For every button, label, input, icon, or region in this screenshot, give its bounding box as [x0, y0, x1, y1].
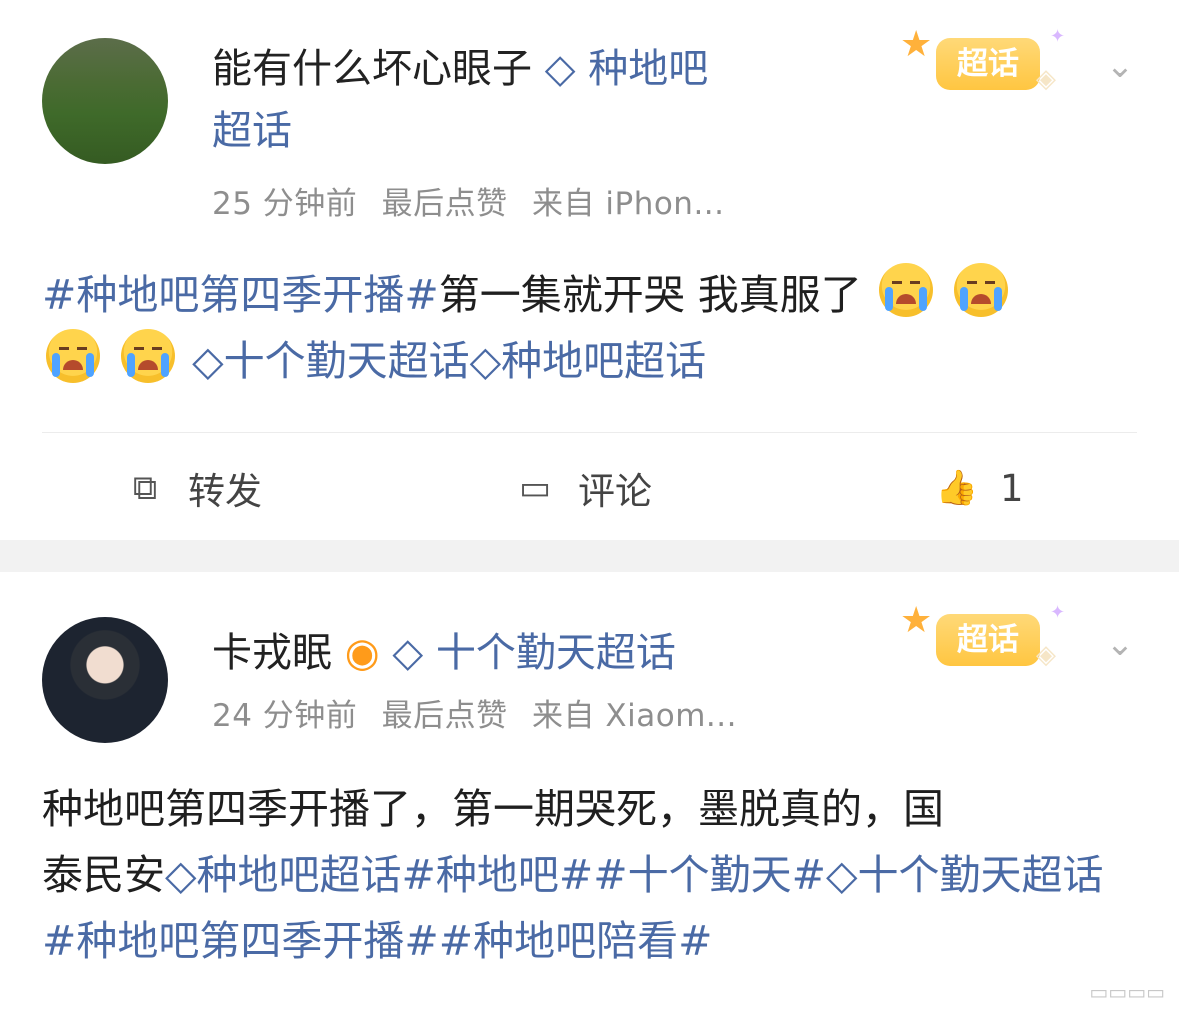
- diamond-icon: ◇: [825, 851, 858, 899]
- diamond-icon: ◇: [392, 630, 436, 676]
- post-time: 25 分钟前: [212, 186, 358, 222]
- post-header: 能有什么坏心眼子 ◇ 种地吧 超话: [212, 38, 812, 162]
- like-status: 最后点赞: [381, 186, 508, 222]
- avatar[interactable]: [42, 38, 168, 164]
- topic-link[interactable]: 十个勤天超话: [858, 851, 1104, 899]
- comment-button[interactable]: ▭ 评论: [514, 446, 652, 530]
- fish-icon: ◉: [344, 630, 380, 676]
- diamond-icon: ◇: [192, 337, 224, 385]
- post-card: 能有什么坏心眼子 ◇ 种地吧 超话 25 分钟前 最后点赞 来自 iPhon..…: [0, 0, 1179, 540]
- hashtag-link[interactable]: #种地吧陪看#: [439, 917, 713, 965]
- crying-face-icon: [878, 263, 933, 317]
- supertopic-badge[interactable]: ★ 超话 ✦ ◈: [900, 24, 1065, 102]
- chevron-down-icon[interactable]: ⌄: [1100, 46, 1140, 86]
- like-status: 最后点赞: [381, 698, 508, 734]
- forward-icon: ⧉: [132, 468, 158, 508]
- action-bar: ⧉ 转发 ▭ 评论 👍 1: [0, 446, 1179, 530]
- feed-separator: [0, 540, 1179, 572]
- avatar[interactable]: [42, 617, 168, 743]
- forward-label: 转发: [188, 470, 262, 513]
- topic-link[interactable]: 种地吧超话: [197, 851, 402, 899]
- post-source: 来自 iPhon...: [532, 186, 725, 222]
- hashtag-link[interactable]: #种地吧#: [402, 851, 594, 899]
- post-content: 种地吧第四季开播了，第一期哭死，墨脱真的，国 泰民安◇种地吧超话#种地吧##十个…: [42, 776, 1137, 974]
- crying-face-icon: [121, 329, 176, 383]
- watermark: ▭▭▭▭: [1089, 980, 1165, 1004]
- topic-link[interactable]: 种地吧: [588, 46, 708, 92]
- topic-link[interactable]: 种地吧超话: [501, 337, 706, 385]
- post-text: 种地吧第四季开播了，第一期哭死，墨脱真的，国: [42, 785, 944, 833]
- post-text: 泰民安: [42, 851, 165, 899]
- star-icon: ★: [900, 600, 933, 641]
- username[interactable]: 能有什么坏心眼子: [212, 46, 532, 92]
- hashtag-link[interactable]: #种地吧第四季开播#: [42, 917, 439, 965]
- diamond-icon: ◇: [544, 46, 589, 92]
- comment-icon: ▭: [518, 468, 552, 508]
- thumbs-up-icon: 👍: [935, 468, 979, 508]
- post-source: 来自 Xiaom...: [532, 698, 737, 734]
- badge-label: 超话: [936, 614, 1040, 666]
- gem-icon: ◈: [1036, 64, 1056, 94]
- like-count: 1: [1000, 466, 1024, 510]
- like-button[interactable]: 👍 1: [936, 446, 1024, 530]
- hashtag-link[interactable]: #种地吧第四季开播#: [42, 271, 439, 319]
- post-time: 24 分钟前: [212, 698, 358, 734]
- gem-icon: ◈: [1036, 640, 1056, 670]
- post-content: #种地吧第四季开播#第一集就开哭 我真服了 ◇十个勤天超话◇种地吧超话: [42, 262, 1137, 394]
- chevron-down-icon[interactable]: ⌄: [1100, 624, 1140, 664]
- star-icon: ★: [900, 24, 933, 65]
- topic-link-continued[interactable]: 超话: [212, 108, 292, 154]
- badge-label: 超话: [936, 38, 1040, 90]
- supertopic-badge[interactable]: ★ 超话 ✦ ◈: [900, 600, 1065, 678]
- comment-label: 评论: [578, 470, 652, 513]
- diamond-icon: ◇: [469, 337, 502, 385]
- divider: [42, 432, 1137, 433]
- topic-link[interactable]: 十个勤天超话: [436, 630, 676, 676]
- sparkle-icon: ✦: [1050, 602, 1066, 623]
- hashtag-link[interactable]: #十个勤天#: [593, 851, 826, 899]
- post-header: 卡戎眠 ◉ ◇ 十个勤天超话: [212, 622, 812, 684]
- post-meta: 25 分钟前 最后点赞 来自 iPhon...: [212, 178, 739, 223]
- sparkle-icon: ✦: [1050, 26, 1066, 47]
- diamond-icon: ◇: [165, 851, 197, 899]
- forward-button[interactable]: ⧉ 转发: [124, 446, 262, 530]
- post-card: 卡戎眠 ◉ ◇ 十个勤天超话 24 分钟前 最后点赞 来自 Xiaom... ★…: [0, 572, 1179, 1014]
- post-text: 第一集就开哭 我真服了: [438, 271, 862, 319]
- post-meta: 24 分钟前 最后点赞 来自 Xiaom...: [212, 690, 751, 735]
- topic-link[interactable]: 十个勤天超话: [224, 337, 470, 385]
- username[interactable]: 卡戎眠: [212, 630, 332, 676]
- crying-face-icon: [953, 263, 1008, 317]
- crying-face-icon: [46, 329, 100, 383]
